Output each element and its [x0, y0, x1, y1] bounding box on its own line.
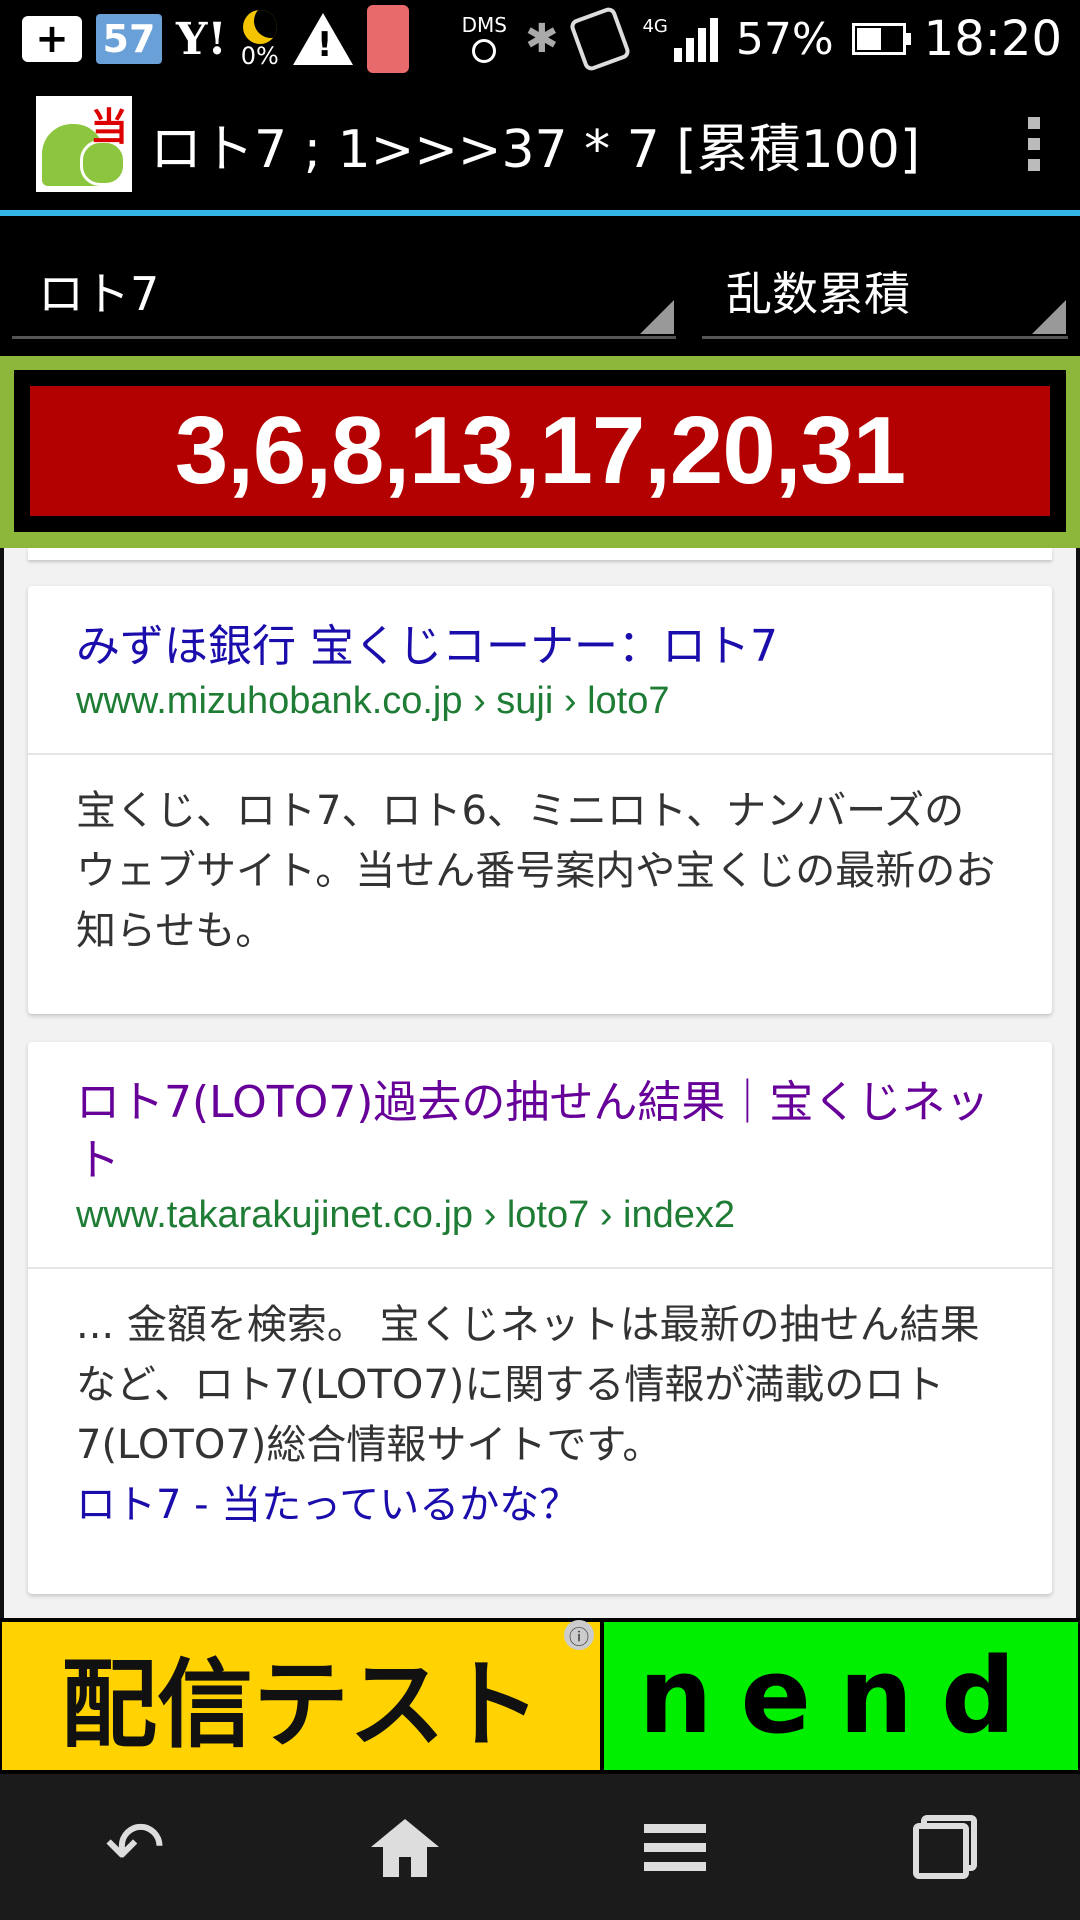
menu-icon [644, 1823, 706, 1871]
result-sublink[interactable]: ロト7 - 当たっているかな？ [76, 1475, 1004, 1535]
dropdown-corner-icon [640, 300, 674, 334]
menu-button[interactable] [615, 1797, 735, 1897]
result-title-link[interactable]: みずほ銀行 宝くじコーナー：ロト7 [76, 618, 1004, 676]
moon-percent: 0% [240, 42, 279, 70]
dms-indicator: DMS [462, 15, 507, 63]
status-bar: + 57 Y! 0% ! DMS ✱ 4G 57% 18:20 [0, 0, 1080, 78]
ad-left-text: 配信テスト [61, 1647, 541, 1761]
game-spinner-value: ロト7 [38, 267, 160, 321]
spinner-row: ロト7 乱数累積 [0, 216, 1080, 350]
nfc-icon [568, 5, 633, 73]
recents-button[interactable] [885, 1797, 1005, 1897]
plus-tag-icon: + [22, 16, 82, 62]
notification-badge-icon: 57 [96, 14, 162, 64]
search-result-card[interactable]: ロト7(LOTO7)過去の抽せん結果｜宝くじネット www.takarakuji… [28, 1042, 1052, 1594]
back-icon: ↶ [104, 1805, 166, 1889]
app-title: ロト7 ; 1>>>37 * 7 [累積100] [150, 119, 921, 180]
battery-icon [851, 23, 911, 55]
moon-indicator: 0% [241, 10, 279, 68]
ad-banner[interactable]: 配信テスト ⓘ nend [0, 1618, 1080, 1774]
app-icon[interactable]: 当 [36, 96, 132, 192]
phone-icon [366, 5, 409, 73]
web-view[interactable]: みずほ銀行 宝くじコーナー：ロト7 www.mizuhobank.co.jp ›… [0, 548, 1080, 1618]
mode-spinner-value: 乱数累積 [726, 267, 910, 321]
result-numbers: 3,6,8,13,17,20,31 [174, 397, 906, 504]
mode-spinner[interactable]: 乱数累積 [702, 246, 1068, 339]
ad-right-text: nend [638, 1635, 1044, 1757]
back-button[interactable]: ↶ [75, 1797, 195, 1897]
result-title-link[interactable]: ロト7(LOTO7)過去の抽せん結果｜宝くじネット [76, 1074, 1004, 1190]
network-type: 4G [642, 16, 668, 37]
home-button[interactable] [345, 1797, 465, 1897]
yahoo-icon: Y! [176, 13, 227, 65]
moon-icon [242, 10, 277, 44]
app-icon-kanji: 当 [89, 105, 128, 149]
battery-percent: 57% [735, 13, 834, 65]
game-spinner[interactable]: ロト7 [12, 246, 676, 339]
ad-info-icon[interactable]: ⓘ [564, 1620, 594, 1650]
ad-right-panel[interactable]: nend [604, 1622, 1078, 1770]
navigation-bar: ↶ [0, 1774, 1080, 1920]
action-bar: 当 ロト7 ; 1>>>37 * 7 [累積100] [0, 78, 1080, 210]
signal-strength-icon: 4G [642, 16, 718, 62]
result-url: www.takarakujinet.co.jp › loto7 › index2 [76, 1194, 735, 1236]
clock: 18:20 [923, 11, 1062, 67]
dms-ring-icon [472, 39, 497, 63]
dms-label: DMS [461, 13, 507, 37]
dropdown-corner-icon [1032, 300, 1066, 334]
result-banner[interactable]: 3,6,8,13,17,20,31 [30, 386, 1050, 516]
previous-card-tail [28, 548, 1052, 560]
result-url: www.mizuhobank.co.jp › suji › loto7 [76, 680, 670, 722]
warning-icon: ! [292, 13, 353, 65]
result-snippet: 宝くじ、ロト7、ロト6、ミニロト、ナンバーズのウェブサイト。当せん番号案内や宝く… [76, 788, 996, 954]
ad-left-panel[interactable]: 配信テスト [2, 1622, 600, 1770]
result-frame: 3,6,8,13,17,20,31 [0, 356, 1080, 548]
search-result-card[interactable]: みずほ銀行 宝くじコーナー：ロト7 www.mizuhobank.co.jp ›… [28, 586, 1052, 1014]
bluetooth-icon: ✱ [524, 16, 559, 62]
overflow-menu-icon[interactable] [1028, 117, 1040, 171]
recents-icon [913, 1815, 977, 1879]
result-snippet: ... 金額を検索。 宝くじネットは最新の抽せん結果など、ロト7(LOTO7)に… [76, 1302, 980, 1468]
home-icon [371, 1819, 439, 1877]
